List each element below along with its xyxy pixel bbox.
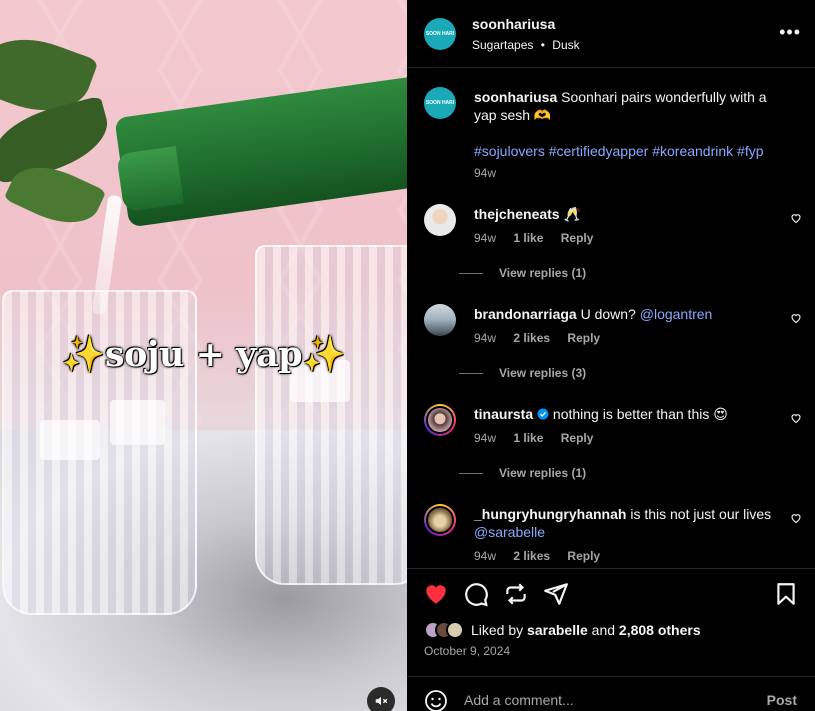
reply-button[interactable]: Reply	[567, 549, 600, 563]
comment-like-heart-icon[interactable]	[790, 512, 802, 524]
view-replies-button[interactable]: View replies (1)	[459, 466, 586, 480]
repost-icon[interactable]	[503, 581, 529, 607]
comment-text: is this not just our lives	[626, 506, 772, 522]
likes-count[interactable]: 2,808 others	[619, 622, 701, 638]
comment-time: 94w	[474, 431, 497, 445]
post-media[interactable]: ✨soju + yap✨	[0, 0, 407, 711]
liker-username[interactable]: sarabelle	[527, 622, 588, 638]
comments-list[interactable]: SOON HARI soonhariusa Soonhari pairs won…	[407, 69, 815, 567]
more-options-button[interactable]: •••	[779, 23, 801, 41]
comment-meta: 94w 1 like Reply	[474, 229, 779, 247]
reply-button[interactable]: Reply	[567, 331, 600, 345]
comment-time: 94w	[474, 231, 497, 245]
replies-line	[459, 372, 483, 374]
post-side-panel: SOON HARI soonhariusa Sugartapes • Dusk …	[407, 0, 815, 711]
post-header: SOON HARI soonhariusa Sugartapes • Dusk …	[407, 0, 815, 68]
author-avatar-small[interactable]: SOON HARI	[424, 87, 456, 119]
comment-text: nothing is better than this 😍	[549, 406, 728, 422]
heart-icon[interactable]	[423, 581, 449, 607]
comment-text: 🥂	[559, 206, 581, 222]
view-replies-label: View replies (3)	[499, 366, 587, 380]
add-comment-input[interactable]	[464, 688, 744, 711]
avatar-text: SOON HARI	[425, 100, 455, 106]
audio-separator: •	[540, 37, 545, 52]
comment-text: U down?	[576, 306, 640, 322]
post-date: October 9, 2024	[424, 644, 511, 658]
comment-body: brandonarriaga U down? @logantren 94w 2 …	[474, 305, 779, 347]
description-username[interactable]: soonhariusa	[474, 89, 557, 105]
commenter-avatar-inner	[426, 506, 454, 534]
soju-bottle-neck	[116, 146, 184, 212]
comment-time: 94w	[474, 549, 497, 563]
replies-line	[459, 272, 483, 274]
comment-likes[interactable]: 2 likes	[513, 549, 550, 563]
reply-button[interactable]: Reply	[561, 431, 594, 445]
comment-likes[interactable]: 2 likes	[513, 331, 550, 345]
avatar-text: SOON HARI	[425, 30, 455, 37]
post-comment-button[interactable]: Post	[767, 692, 797, 708]
comment-icon[interactable]	[463, 581, 489, 607]
comment-meta: 94w 2 likes Reply	[474, 547, 779, 565]
audio-track: Dusk	[552, 37, 580, 52]
comment-like-heart-icon[interactable]	[790, 212, 802, 224]
commenter-avatar[interactable]	[424, 304, 456, 336]
description-hashtags[interactable]: #sojulovers #certifiedyapper #koreandrin…	[474, 142, 779, 160]
comment-mention[interactable]: @sarabelle	[474, 524, 545, 540]
comment-username[interactable]: thejcheneats	[474, 206, 560, 222]
replies-line	[459, 472, 483, 474]
comment-username[interactable]: _hungryhungryhannah	[474, 506, 626, 522]
view-replies-button[interactable]: View replies (3)	[459, 366, 586, 380]
likes-mid: and	[587, 622, 619, 638]
reply-button[interactable]: Reply	[561, 231, 594, 245]
view-replies-label: View replies (1)	[499, 466, 587, 480]
comment-body: tinaursta nothing is better than this 😍 …	[474, 405, 779, 447]
likes-prefix: Liked by	[471, 622, 528, 638]
share-icon[interactable]	[543, 581, 569, 607]
bookmark-icon[interactable]	[773, 581, 799, 607]
comment-meta: 94w 1 like Reply	[474, 429, 779, 447]
view-replies-button[interactable]: View replies (1)	[459, 266, 586, 280]
commenter-avatar-inner	[426, 406, 454, 434]
likes-summary[interactable]: Liked by sarabelle and 2,808 others	[424, 621, 701, 639]
likes-text: Liked by sarabelle and 2,808 others	[471, 622, 701, 638]
glass-right	[255, 245, 407, 585]
commenter-avatar-story-ring[interactable]	[424, 404, 456, 436]
liker-avatar	[446, 621, 464, 639]
comment-mention[interactable]: @logantren	[640, 306, 713, 322]
mute-button[interactable]	[367, 687, 395, 711]
description-body: soonhariusa Soonhari pairs wonderfully w…	[474, 88, 779, 182]
mute-icon	[375, 696, 388, 706]
emoji-icon[interactable]	[424, 689, 448, 711]
verified-icon	[537, 408, 549, 420]
description-time: 94w	[474, 166, 497, 180]
comment-body: _hungryhungryhannah is this not just our…	[474, 505, 779, 565]
comment-likes[interactable]: 1 like	[513, 431, 543, 445]
comment-likes[interactable]: 1 like	[513, 231, 543, 245]
audio-info[interactable]: Sugartapes • Dusk	[472, 38, 580, 52]
comment-time: 94w	[474, 331, 497, 345]
comment-like-heart-icon[interactable]	[790, 412, 802, 424]
ice-cube	[40, 420, 100, 460]
ice-cube	[110, 400, 165, 445]
comment-composer: Post	[407, 676, 815, 711]
comment-like-heart-icon[interactable]	[790, 312, 802, 324]
comment-meta: 94w 2 likes Reply	[474, 329, 779, 347]
commenter-avatar-story-ring[interactable]	[424, 504, 456, 536]
comment-username[interactable]: tinaursta	[474, 406, 533, 422]
author-avatar[interactable]: SOON HARI	[424, 17, 456, 50]
comment-body: thejcheneats 🥂 94w 1 like Reply	[474, 205, 779, 247]
post-action-bar	[407, 568, 815, 620]
view-replies-label: View replies (1)	[499, 266, 587, 280]
author-username[interactable]: soonhariusa	[472, 16, 580, 32]
video-caption-overlay: ✨soju + yap✨	[61, 334, 346, 375]
audio-artist: Sugartapes	[472, 37, 534, 52]
comment-username[interactable]: brandonarriaga	[474, 306, 577, 322]
header-text: soonhariusa Sugartapes • Dusk	[472, 16, 580, 52]
commenter-avatar[interactable]	[424, 204, 456, 236]
